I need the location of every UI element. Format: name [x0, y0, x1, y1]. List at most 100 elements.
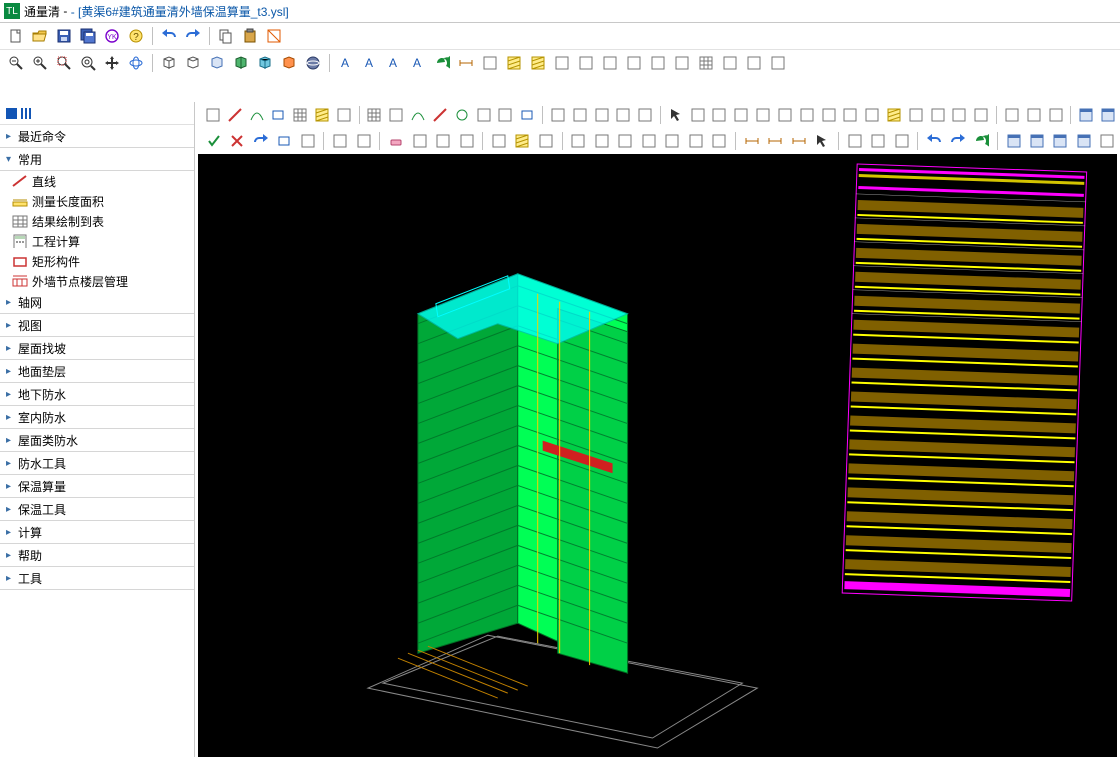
text-a-icon[interactable]: A [336, 53, 356, 73]
region-icon[interactable] [335, 105, 353, 125]
settings-icon[interactable] [929, 105, 947, 125]
undo-icon[interactable] [159, 26, 179, 46]
viewport-3d[interactable] [198, 154, 1117, 757]
crosshair-icon[interactable] [600, 53, 620, 73]
orbit-icon[interactable] [126, 53, 146, 73]
sidebar-group-7[interactable]: ▸室内防水 [0, 406, 194, 429]
zoom-out-icon[interactable] [6, 53, 26, 73]
sidebar-item-1-5[interactable]: 外墙节点楼层管理 [0, 271, 194, 291]
origin-icon[interactable] [552, 53, 572, 73]
door1-icon[interactable] [569, 131, 588, 151]
extend-icon[interactable] [863, 105, 881, 125]
zoom-in-icon[interactable] [30, 53, 50, 73]
sidebar-group-13[interactable]: ▸帮助 [0, 544, 194, 567]
sidebar-group-6[interactable]: ▸地下防水 [0, 383, 194, 406]
cancel-icon[interactable] [227, 131, 246, 151]
sidebar-group-2[interactable]: ▸轴网 [0, 291, 194, 314]
sidebar-group-0[interactable]: ▸最近命令 [0, 125, 194, 148]
sidebar-item-1-1[interactable]: 测量长度面积 [0, 191, 194, 211]
measure-icon[interactable] [576, 53, 596, 73]
break-icon[interactable] [457, 131, 476, 151]
sidebar-group-14[interactable]: ▸工具 [0, 567, 194, 590]
offset-icon[interactable] [330, 131, 349, 151]
confirm-icon[interactable] [204, 131, 223, 151]
sidebar-group-5[interactable]: ▸地面垫层 [0, 360, 194, 383]
sketch-icon[interactable] [571, 105, 589, 125]
yk-icon[interactable]: YK [102, 26, 122, 46]
sidebar-group-11[interactable]: ▸保温工具 [0, 498, 194, 521]
shaded-icon[interactable] [231, 53, 251, 73]
replace-icon[interactable] [868, 131, 887, 151]
spline-icon[interactable] [431, 105, 449, 125]
poly-icon[interactable] [489, 131, 508, 151]
chamfer-icon[interactable] [907, 105, 925, 125]
shaded-edges-icon[interactable] [255, 53, 275, 73]
wireframe-icon[interactable] [159, 53, 179, 73]
door2-icon[interactable] [592, 131, 611, 151]
grid-table-icon[interactable] [291, 105, 309, 125]
hidden-line-icon[interactable] [183, 53, 203, 73]
sidebar-group-9[interactable]: ▸防水工具 [0, 452, 194, 475]
text-bold-icon[interactable]: A [384, 53, 404, 73]
filter-icon[interactable] [732, 105, 750, 125]
ellipse-icon[interactable] [475, 105, 493, 125]
corner-icon[interactable] [663, 131, 682, 151]
window1-icon[interactable] [616, 131, 635, 151]
view2-icon[interactable] [1099, 105, 1117, 125]
select-icon[interactable] [667, 105, 685, 125]
gridline-icon[interactable] [366, 105, 384, 125]
hatch2-icon[interactable] [513, 131, 532, 151]
3pt-icon[interactable] [496, 105, 514, 125]
orbit3d-icon[interactable] [614, 105, 632, 125]
sidebar-group-10[interactable]: ▸保温算量 [0, 475, 194, 498]
zoom-extents-icon[interactable] [54, 53, 74, 73]
open-file-icon[interactable] [30, 26, 50, 46]
sidebar-item-1-2[interactable]: 结果绘制到表 [0, 211, 194, 231]
redo2-icon[interactable] [251, 131, 270, 151]
wall3-icon[interactable] [1047, 105, 1065, 125]
bars-icon[interactable] [298, 131, 317, 151]
props-icon[interactable] [950, 105, 968, 125]
ucs-icon[interactable] [672, 53, 692, 73]
pan-icon[interactable] [102, 53, 122, 73]
list-icon[interactable] [21, 108, 32, 119]
copy2-icon[interactable] [754, 105, 772, 125]
panel4-icon[interactable] [1074, 131, 1093, 151]
zoom-window-icon[interactable] [78, 53, 98, 73]
rotate-icon[interactable] [798, 105, 816, 125]
grid-icon[interactable] [6, 108, 17, 119]
check-icon[interactable] [972, 105, 990, 125]
sidebar-group-1[interactable]: ▾常用 [0, 148, 194, 171]
model-canvas[interactable] [198, 154, 1117, 757]
sidebar-group-3[interactable]: ▸视图 [0, 314, 194, 337]
region2-icon[interactable] [536, 131, 555, 151]
text-italic-icon[interactable]: A [408, 53, 428, 73]
sidebar-group-12[interactable]: ▸计算 [0, 521, 194, 544]
dim-rad-icon[interactable] [789, 131, 808, 151]
undo-blue-icon[interactable] [924, 131, 943, 151]
line-icon[interactable] [226, 105, 244, 125]
fill-icon[interactable] [528, 53, 548, 73]
window2-icon[interactable] [639, 131, 658, 151]
properties-icon[interactable] [744, 53, 764, 73]
wall2-icon[interactable] [1025, 105, 1043, 125]
save-all-icon[interactable] [78, 26, 98, 46]
paste-icon[interactable] [240, 26, 260, 46]
save-icon[interactable] [54, 26, 74, 46]
walk-icon[interactable] [593, 105, 611, 125]
new-file-icon[interactable] [6, 26, 26, 46]
profile-icon[interactable] [648, 53, 668, 73]
leader-icon[interactable] [480, 53, 500, 73]
redo-icon[interactable] [183, 26, 203, 46]
fillet-icon[interactable] [885, 105, 903, 125]
window-sel-icon[interactable] [689, 105, 707, 125]
sidebar-group-4[interactable]: ▸屋面找坡 [0, 337, 194, 360]
copy-icon[interactable] [216, 26, 236, 46]
refresh-blue-icon[interactable] [971, 131, 990, 151]
rectangle-icon[interactable] [269, 105, 287, 125]
xray-icon[interactable] [303, 53, 323, 73]
circle-icon[interactable] [453, 105, 471, 125]
scissors-icon[interactable] [410, 131, 429, 151]
angle-icon[interactable] [624, 53, 644, 73]
trim-icon[interactable] [841, 105, 859, 125]
